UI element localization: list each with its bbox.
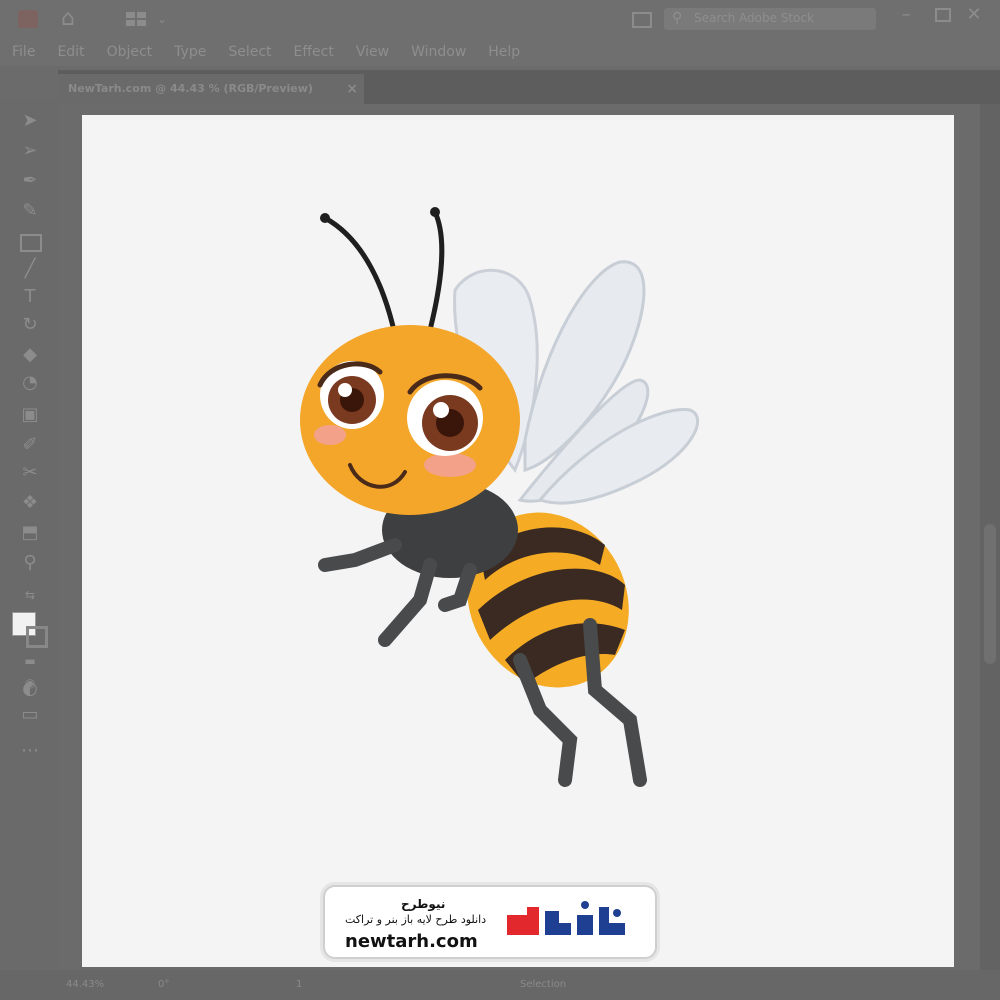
document-tab-title: NewTarh.com @ 44.43 % (RGB/Preview) xyxy=(68,82,313,95)
pen-tool-icon[interactable]: ✒ xyxy=(18,170,42,192)
menu-effect[interactable]: Effect xyxy=(282,44,344,60)
menu-window[interactable]: Window xyxy=(399,44,476,60)
minimize-icon[interactable]: – xyxy=(898,4,914,26)
gradient-tool-icon[interactable]: ▣ xyxy=(18,404,42,426)
watermark-tagline: دانلود طرح لایه باز بنر و تراکت xyxy=(345,913,487,926)
artboard[interactable] xyxy=(82,115,954,967)
zoom-tool-icon[interactable]: ⚲ xyxy=(18,552,42,574)
menu-edit[interactable]: Edit xyxy=(45,44,94,60)
watermark-brand-fa: نیوطرح xyxy=(401,897,446,911)
tab-close-icon[interactable]: × xyxy=(346,74,358,104)
type-tool-icon[interactable]: T xyxy=(18,286,42,308)
menu-help[interactable]: Help xyxy=(476,44,530,60)
menu-file[interactable]: File xyxy=(0,44,45,60)
document-tab-bar: NewTarh.com @ 44.43 % (RGB/Preview) × xyxy=(58,70,1000,104)
rotate-tool-icon[interactable]: ↻ xyxy=(18,314,42,336)
app-logo-icon xyxy=(18,10,38,28)
menu-bar: File Edit Object Type Select Effect View… xyxy=(0,38,1000,66)
vertical-scrollbar[interactable] xyxy=(980,104,1000,970)
document-tab[interactable]: NewTarh.com @ 44.43 % (RGB/Preview) × xyxy=(58,74,364,104)
draw-mode-icon[interactable]: ◐ xyxy=(18,678,42,700)
menu-view[interactable]: View xyxy=(344,44,399,60)
menu-object[interactable]: Object xyxy=(95,44,163,60)
arrange-documents-icon[interactable] xyxy=(632,12,652,28)
search-icon: ⚲ xyxy=(672,10,683,26)
watermark-url: newtarh.com xyxy=(345,931,478,952)
status-bar: 44.43% 0° 1 Selection xyxy=(0,970,1000,1000)
screen-mode-icon[interactable]: ▭ xyxy=(18,704,42,726)
rotation-value[interactable]: 0° xyxy=(158,979,169,990)
brush-tool-icon[interactable]: ╱ xyxy=(18,258,42,280)
artboard-number[interactable]: 1 xyxy=(296,979,302,990)
menu-type[interactable]: Type xyxy=(162,44,216,60)
restore-icon[interactable] xyxy=(935,8,951,22)
more-tools-icon[interactable]: ⋯ xyxy=(18,740,42,762)
selection-tool-icon[interactable]: ➤ xyxy=(18,110,42,132)
eraser-tool-icon[interactable]: ◆ xyxy=(18,344,42,366)
chevron-down-icon[interactable]: ⌄ xyxy=(155,8,169,30)
menu-select[interactable]: Select xyxy=(216,44,281,60)
watermark-logo xyxy=(497,893,647,951)
workspace-switcher-icon[interactable] xyxy=(126,12,148,26)
stroke-swatch[interactable] xyxy=(26,626,48,648)
search-placeholder: Search Adobe Stock xyxy=(694,11,815,25)
curvature-tool-icon[interactable]: ✎ xyxy=(18,200,42,222)
newtarh-logo-icon xyxy=(507,901,625,935)
swap-colors-icon[interactable]: ⇆ xyxy=(18,584,42,606)
shape-builder-tool-icon[interactable]: ◔ xyxy=(18,372,42,394)
symbol-sprayer-tool-icon[interactable]: ❖ xyxy=(18,492,42,514)
direct-selection-tool-icon[interactable]: ➢ xyxy=(18,140,42,162)
application-bar: ⌂ ⌄ ⚲ Search Adobe Stock – ✕ xyxy=(0,0,1000,38)
blend-tool-icon[interactable]: ✂ xyxy=(18,462,42,484)
rectangle-tool-icon[interactable] xyxy=(18,232,42,254)
eyedropper-tool-icon[interactable]: ✐ xyxy=(18,434,42,456)
close-icon[interactable]: ✕ xyxy=(965,4,983,26)
search-input[interactable]: ⚲ Search Adobe Stock xyxy=(664,8,876,30)
watermark-badge: نیوطرح دانلود طرح لایه باز بنر و تراکت n… xyxy=(323,885,657,959)
tools-panel: ➤ ➢ ✒ ✎ ╱ T ↻ ◆ ◔ ▣ ✐ ✂ ❖ ⬒ ⚲ ⇆ ▬ ◉ ◐ ▭ … xyxy=(0,100,58,970)
color-mode-icon[interactable]: ▬ ◉ xyxy=(18,650,42,690)
current-tool: Selection xyxy=(520,979,567,990)
artboard-tool-icon[interactable]: ⬒ xyxy=(18,522,42,544)
zoom-level[interactable]: 44.43% xyxy=(66,979,104,990)
scrollbar-thumb[interactable] xyxy=(984,524,996,664)
home-icon[interactable]: ⌂ xyxy=(55,8,81,30)
